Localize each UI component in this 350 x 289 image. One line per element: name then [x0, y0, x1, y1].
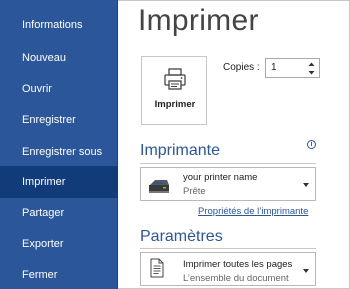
sidebar-item-partager[interactable]: Partager: [0, 197, 118, 229]
spin-down-icon[interactable]: [307, 69, 316, 77]
copies-value[interactable]: 1: [271, 62, 277, 73]
printer-select[interactable]: your printer name Prête: [140, 167, 316, 201]
print-pages-select[interactable]: Imprimer toutes les pages L’ensemble du …: [140, 252, 316, 286]
chevron-down-icon: [303, 183, 309, 187]
printer-properties-link[interactable]: Propriétés de l’imprimante: [198, 206, 308, 217]
printer-section-title: Imprimante: [140, 142, 221, 159]
copies-stepper[interactable]: 1: [265, 58, 320, 78]
sidebar-item-enregistrer-sous[interactable]: Enregistrer sous: [0, 136, 118, 168]
backstage-sidebar: Informations Nouveau Ouvrir Enregistrer …: [0, 0, 118, 289]
print-button[interactable]: Imprimer: [141, 56, 207, 125]
spin-up-icon[interactable]: [307, 60, 316, 68]
copies-label: Copies :: [223, 62, 260, 73]
print-pages-subtitle: L’ensemble du document: [183, 273, 289, 284]
sidebar-item-informations[interactable]: Informations: [0, 9, 118, 41]
printer-device-icon: [149, 180, 169, 193]
section-divider: [140, 163, 316, 164]
print-panel: Imprimer Imprimer Copies : 1 Imprimante …: [118, 0, 350, 289]
print-pages-title: Imprimer toutes les pages: [183, 259, 293, 270]
sidebar-item-nouveau[interactable]: Nouveau: [0, 42, 118, 74]
section-divider: [140, 248, 316, 249]
sidebar-item-enregistrer[interactable]: Enregistrer: [0, 104, 118, 136]
sidebar-item-imprimer[interactable]: Imprimer: [0, 166, 118, 198]
sidebar-item-fermer[interactable]: Fermer: [0, 259, 118, 289]
printer-name: your printer name: [183, 172, 258, 183]
info-icon[interactable]: i: [307, 140, 316, 149]
print-button-label: Imprimer: [154, 99, 196, 110]
printer-status: Prête: [183, 186, 206, 197]
document-icon: [150, 258, 164, 278]
sidebar-item-ouvrir[interactable]: Ouvrir: [0, 73, 118, 105]
sidebar-item-exporter[interactable]: Exporter: [0, 228, 118, 260]
page-title: Imprimer: [138, 4, 259, 37]
settings-section-title: Paramètres: [140, 228, 223, 245]
printer-icon: [164, 68, 186, 90]
chevron-down-icon: [303, 269, 309, 273]
